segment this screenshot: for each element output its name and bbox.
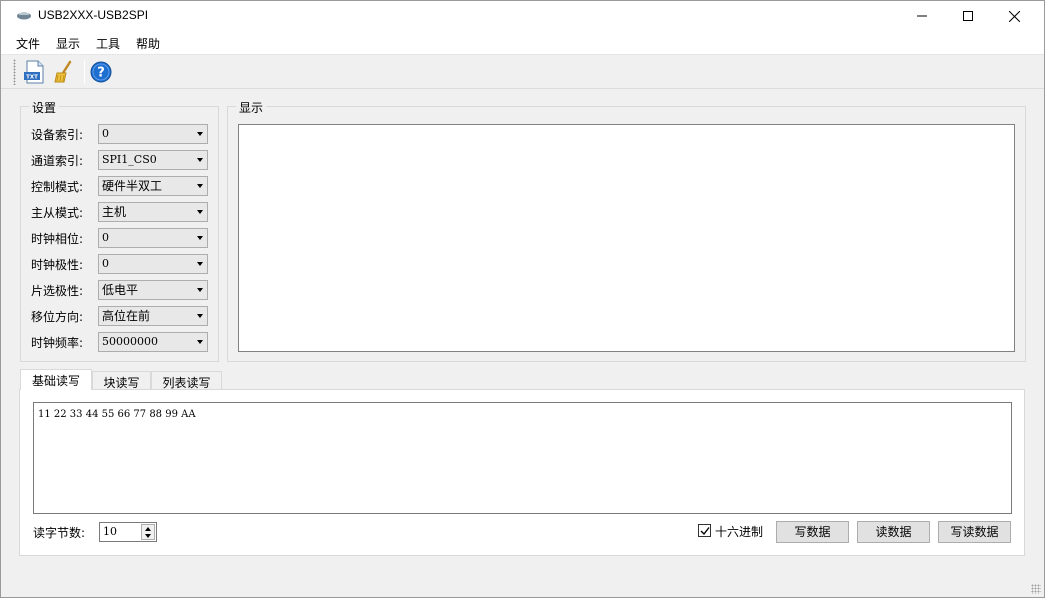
cs-polarity-select[interactable]: 低电平 [98,280,208,300]
display-group: 显示 [227,99,1026,362]
channel-index-value: SPI1_CS0 [102,153,157,166]
read-bytes-label: 读字节数: [33,526,86,540]
display-group-title: 显示 [236,99,267,116]
write-read-data-button[interactable]: 写读数据 [938,521,1011,543]
control-mode-value: 硬件半双工 [102,179,163,193]
chevron-down-icon [197,314,203,318]
minimize-button[interactable] [899,1,945,31]
menu-help[interactable]: 帮助 [136,35,160,52]
clock-polarity-select[interactable]: 0 [98,254,208,274]
cs-polarity-label: 片选极性: [31,284,84,298]
channel-index-select[interactable]: SPI1_CS0 [98,150,208,170]
chevron-down-icon [197,132,203,136]
arrow-up-icon[interactable] [145,527,151,531]
shift-direction-value: 高位在前 [102,309,151,323]
device-index-label: 设备索引: [31,128,84,142]
close-button[interactable] [991,1,1037,31]
maximize-button[interactable] [945,1,991,31]
read-bytes-value: 10 [103,525,117,538]
app-icon [16,10,32,22]
arrow-down-icon[interactable] [145,534,151,538]
window-title: USB2XXX-USB2SPI [38,8,149,22]
shift-direction-label: 移位方向: [31,310,84,324]
menu-bar: 文件 显示 工具 帮助 [1,31,1044,55]
app-window: USB2XXX-USB2SPI 文件 显示 工具 帮助 TXT ? 设置 设备索… [0,0,1045,598]
clock-frequency-value: 50000000 [102,335,158,348]
svg-text:TXT: TXT [26,75,38,81]
svg-text:?: ? [97,66,105,81]
read-data-button[interactable]: 读数据 [857,521,930,543]
toolbar: TXT ? [1,56,1044,89]
control-mode-select[interactable]: 硬件半双工 [98,176,208,196]
resize-grip[interactable] [1031,584,1041,594]
hex-checkbox[interactable] [698,524,711,537]
broom-icon[interactable] [52,59,76,85]
chevron-down-icon [197,236,203,240]
clock-frequency-label: 时钟频率: [31,336,84,350]
channel-index-label: 通道索引: [31,154,84,168]
basic-rw-panel: 11 22 33 44 55 66 77 88 99 AA 读字节数: 10 十… [19,389,1025,556]
tab-list-rw[interactable]: 列表读写 [151,371,222,390]
display-output[interactable] [238,124,1015,352]
menu-view[interactable]: 显示 [56,35,80,52]
menu-tools[interactable]: 工具 [96,35,120,52]
tab-basic-rw[interactable]: 基础读写 [20,369,92,390]
device-index-select[interactable]: 0 [98,124,208,144]
clock-phase-value: 0 [102,231,109,244]
txt-file-icon[interactable]: TXT [22,59,46,85]
chevron-down-icon [197,158,203,162]
settings-group-title: 设置 [29,99,60,116]
chevron-down-icon [197,340,203,344]
write-data-input[interactable]: 11 22 33 44 55 66 77 88 99 AA [33,402,1012,514]
clock-polarity-value: 0 [102,257,109,270]
clock-phase-select[interactable]: 0 [98,228,208,248]
chevron-down-icon [197,288,203,292]
settings-group: 设置 设备索引: 0 通道索引: SPI1_CS0 控制模式: 硬件半双工 主从… [20,99,219,362]
chevron-down-icon [197,210,203,214]
toolbar-grip[interactable] [13,59,16,85]
clock-polarity-label: 时钟极性: [31,258,84,272]
clock-phase-label: 时钟相位: [31,232,84,246]
write-data-button[interactable]: 写数据 [776,521,849,543]
title-bar: USB2XXX-USB2SPI [1,1,1044,31]
toolbar-separator [84,60,85,84]
chevron-down-icon [197,184,203,188]
menu-file[interactable]: 文件 [16,35,40,52]
checkmark-icon [700,527,710,536]
master-slave-value: 主机 [102,205,127,219]
clock-frequency-select[interactable]: 50000000 [98,332,208,352]
chevron-down-icon [197,262,203,266]
master-slave-select[interactable]: 主机 [98,202,208,222]
read-bytes-spinbox[interactable]: 10 [99,522,157,542]
master-slave-label: 主从模式: [31,206,84,220]
help-icon[interactable]: ? [89,59,113,85]
hex-label[interactable]: 十六进制 [715,523,763,540]
cs-polarity-value: 低电平 [102,283,139,297]
spin-buttons[interactable] [141,524,155,540]
device-index-value: 0 [102,127,109,140]
control-mode-label: 控制模式: [31,180,84,194]
tab-block-rw[interactable]: 块读写 [92,371,151,390]
shift-direction-select[interactable]: 高位在前 [98,306,208,326]
